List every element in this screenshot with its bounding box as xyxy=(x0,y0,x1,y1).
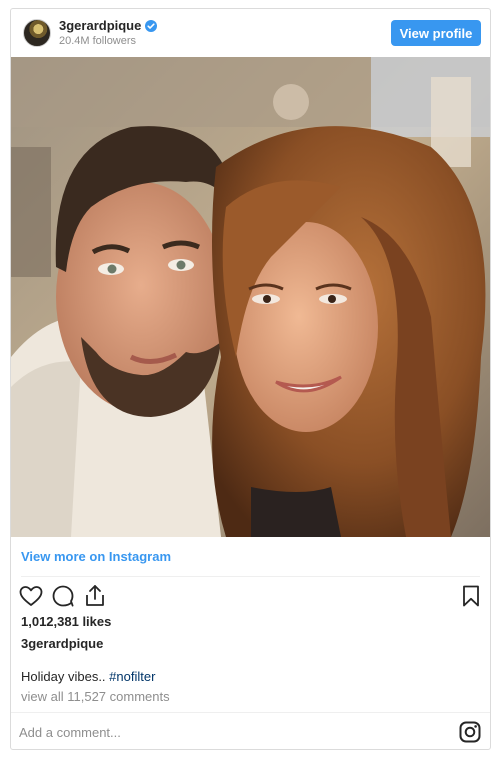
instagram-embed-card: 3gerardpique 20.4M followers View profil… xyxy=(10,8,491,750)
view-profile-button[interactable]: View profile xyxy=(391,20,481,46)
username[interactable]: 3gerardpique xyxy=(59,18,141,33)
share-icon[interactable] xyxy=(81,582,109,610)
post-photo[interactable] xyxy=(11,57,490,537)
heart-icon[interactable] xyxy=(17,582,45,610)
view-more-link[interactable]: View more on Instagram xyxy=(21,549,171,564)
caption-hashtag[interactable]: #nofilter xyxy=(109,669,155,684)
likes-count[interactable]: 1,012,381 likes xyxy=(21,614,111,629)
post-header: 3gerardpique 20.4M followers View profil… xyxy=(11,9,490,57)
action-bar xyxy=(17,582,484,612)
comment-bubble-icon[interactable] xyxy=(49,582,77,610)
caption: Holiday vibes.. #nofilter xyxy=(21,669,155,684)
verified-badge-icon xyxy=(145,19,158,32)
instagram-icon[interactable] xyxy=(458,720,482,744)
view-all-comments-link[interactable]: view all 11,527 comments xyxy=(21,689,170,704)
avatar[interactable] xyxy=(23,19,51,47)
user-info: 3gerardpique 20.4M followers xyxy=(59,18,158,47)
footer-divider xyxy=(11,712,490,713)
username-row: 3gerardpique xyxy=(59,18,158,33)
add-comment-input[interactable] xyxy=(19,721,419,743)
followers-count: 20.4M followers xyxy=(59,35,137,47)
caption-text: Holiday vibes.. xyxy=(21,669,110,684)
bookmark-icon[interactable] xyxy=(457,582,485,610)
divider xyxy=(21,576,480,577)
caption-username[interactable]: 3gerardpique xyxy=(21,636,103,651)
